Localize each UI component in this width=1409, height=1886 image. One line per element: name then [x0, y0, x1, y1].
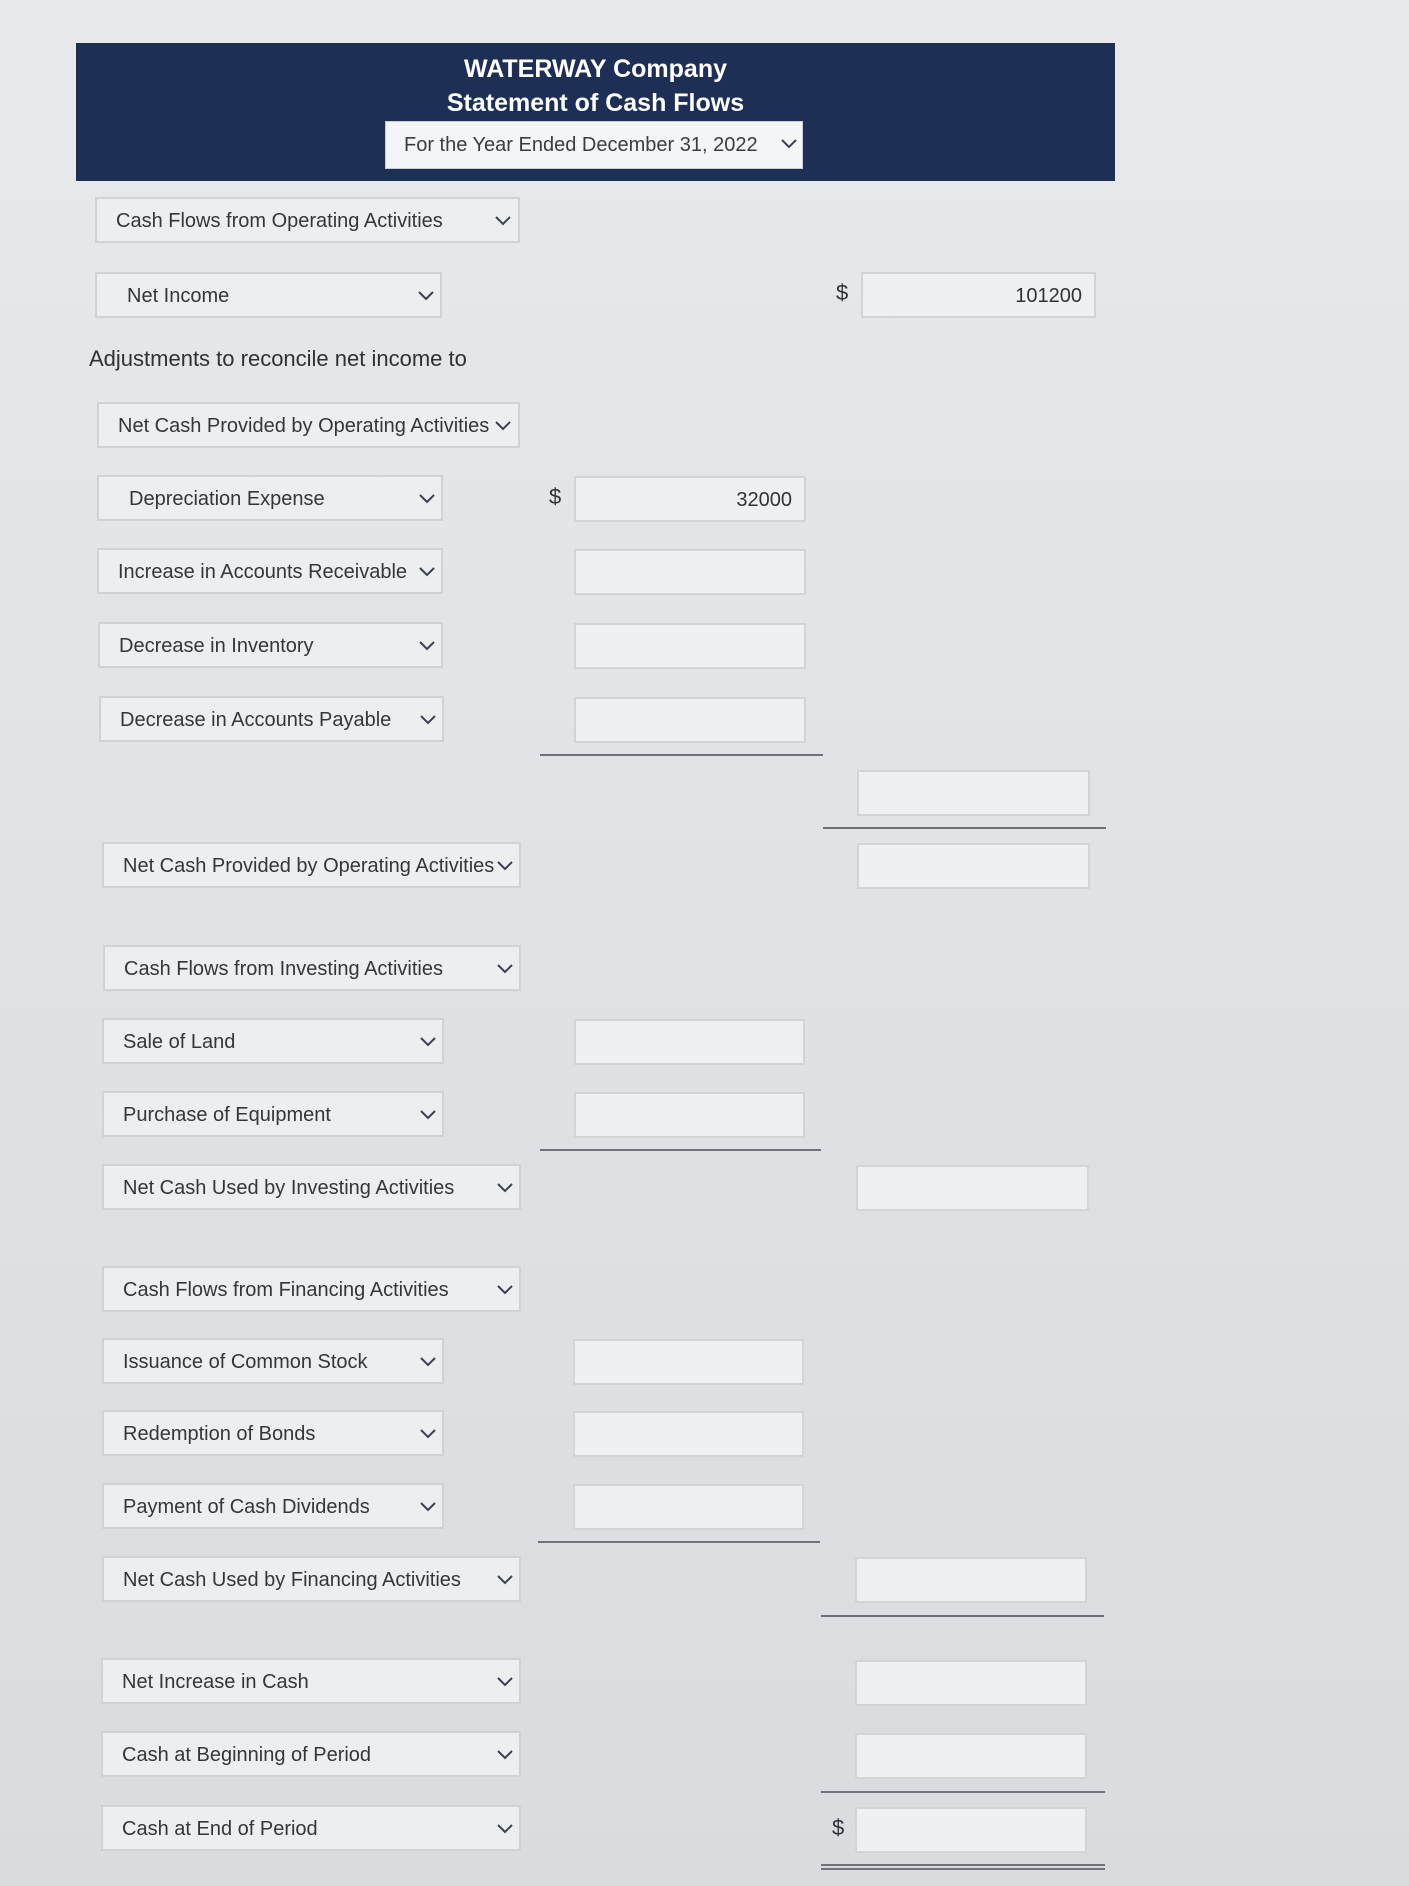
chevron-down-icon — [494, 418, 512, 432]
select-investing-heading-label: Cash Flows from Investing Activities — [124, 958, 443, 980]
input-net-investing[interactable] — [856, 1165, 1089, 1211]
subtotal-rule — [823, 827, 1106, 829]
chevron-down-icon — [418, 491, 436, 505]
select-financing-heading[interactable]: Cash Flows from Financing Activities — [102, 1266, 521, 1312]
select-payment-dividends[interactable]: Payment of Cash Dividends — [102, 1483, 444, 1529]
input-issuance-stock[interactable] — [573, 1339, 804, 1385]
input-payment-dividends[interactable] — [573, 1484, 804, 1530]
select-adjustments-heading-label: Net Cash Provided by Operating Activitie… — [118, 415, 490, 437]
select-issuance-stock-label: Issuance of Common Stock — [123, 1351, 368, 1373]
chevron-down-icon — [496, 858, 514, 872]
input-depreciation[interactable]: 32000 — [574, 476, 806, 522]
select-net-investing[interactable]: Net Cash Used by Investing Activities — [102, 1164, 521, 1210]
chevron-down-icon — [496, 1747, 514, 1761]
subtotal-rule — [821, 1615, 1104, 1617]
statement-header: WATERWAY Company Statement of Cash Flows… — [76, 43, 1115, 181]
input-sale-land[interactable] — [574, 1019, 805, 1065]
select-net-increase-label: Net Increase in Cash — [122, 1671, 309, 1693]
chevron-down-icon — [496, 1282, 514, 1296]
select-redemption-bonds[interactable]: Redemption of Bonds — [102, 1410, 444, 1456]
select-net-income[interactable]: Net Income — [95, 272, 442, 318]
chevron-down-icon — [419, 1354, 437, 1368]
select-net-income-label: Net Income — [127, 285, 230, 307]
select-cash-beginning-label: Cash at Beginning of Period — [122, 1744, 372, 1766]
select-depreciation[interactable]: Depreciation Expense — [97, 475, 443, 521]
input-net-increase[interactable] — [855, 1660, 1087, 1706]
select-net-financing[interactable]: Net Cash Used by Financing Activities — [102, 1556, 521, 1602]
chevron-down-icon — [496, 961, 514, 975]
select-financing-heading-label: Cash Flows from Financing Activities — [123, 1279, 449, 1301]
select-accounts-receivable[interactable]: Increase in Accounts Receivable — [97, 548, 443, 594]
select-cash-beginning[interactable]: Cash at Beginning of Period — [101, 1731, 521, 1777]
subtotal-rule — [821, 1791, 1105, 1793]
select-issuance-stock[interactable]: Issuance of Common Stock — [102, 1338, 444, 1384]
chevron-down-icon — [418, 638, 436, 652]
chevron-down-icon — [419, 712, 437, 726]
dollar-sign: $ — [832, 1815, 845, 1840]
input-net-income-value: 101200 — [1015, 285, 1082, 307]
select-payment-dividends-label: Payment of Cash Dividends — [123, 1496, 370, 1518]
select-sale-land[interactable]: Sale of Land — [102, 1018, 444, 1064]
subtotal-rule — [540, 1149, 821, 1151]
select-net-operating-label: Net Cash Provided by Operating Activitie… — [123, 855, 495, 877]
subtotal-rule — [540, 754, 823, 756]
period-select-value: For the Year Ended December 31, 2022 — [404, 134, 758, 156]
chevron-down-icon — [419, 1107, 437, 1121]
input-cash-end[interactable] — [855, 1807, 1087, 1853]
select-net-investing-label: Net Cash Used by Investing Activities — [123, 1177, 455, 1199]
subtotal-rule — [538, 1541, 820, 1543]
input-cash-beginning[interactable] — [855, 1733, 1087, 1779]
chevron-down-icon — [418, 564, 436, 578]
chevron-down-icon — [417, 288, 435, 302]
input-total-adjustments[interactable] — [857, 770, 1090, 816]
select-net-financing-label: Net Cash Used by Financing Activities — [123, 1569, 461, 1591]
statement-title: Statement of Cash Flows — [446, 89, 745, 117]
select-purchase-equipment[interactable]: Purchase of Equipment — [102, 1091, 444, 1137]
select-cash-end-label: Cash at End of Period — [122, 1818, 318, 1840]
select-investing-heading[interactable]: Cash Flows from Investing Activities — [103, 945, 521, 991]
chevron-down-icon — [496, 1821, 514, 1835]
chevron-down-icon — [419, 1499, 437, 1513]
select-accounts-payable-label: Decrease in Accounts Payable — [120, 709, 392, 731]
input-redemption-bonds[interactable] — [573, 1411, 804, 1457]
input-purchase-equipment[interactable] — [574, 1092, 805, 1138]
input-accounts-payable[interactable] — [574, 697, 806, 743]
select-net-operating[interactable]: Net Cash Provided by Operating Activitie… — [102, 842, 521, 888]
total-double-rule — [821, 1864, 1105, 1870]
select-accounts-payable[interactable]: Decrease in Accounts Payable — [99, 696, 444, 742]
chevron-down-icon — [496, 1674, 514, 1688]
input-net-income[interactable]: 101200 — [861, 272, 1096, 318]
select-redemption-bonds-label: Redemption of Bonds — [123, 1423, 316, 1445]
chevron-down-icon — [780, 136, 798, 150]
company-name: WATERWAY Company — [463, 55, 727, 83]
select-inventory[interactable]: Decrease in Inventory — [98, 622, 443, 668]
chevron-down-icon — [419, 1426, 437, 1440]
select-net-increase[interactable]: Net Increase in Cash — [101, 1658, 521, 1704]
chevron-down-icon — [494, 213, 512, 227]
select-sale-land-label: Sale of Land — [123, 1031, 236, 1053]
chevron-down-icon — [496, 1572, 514, 1586]
input-net-operating[interactable] — [857, 843, 1090, 889]
adjustments-label: Adjustments to reconcile net income to — [89, 346, 467, 371]
select-cash-end[interactable]: Cash at End of Period — [101, 1805, 521, 1851]
select-operating-heading-label: Cash Flows from Operating Activities — [116, 210, 443, 232]
cash-flow-worksheet: WATERWAY Company Statement of Cash Flows… — [0, 0, 1409, 1886]
select-adjustments-heading[interactable]: Net Cash Provided by Operating Activitie… — [97, 402, 520, 448]
input-inventory[interactable] — [574, 623, 806, 669]
select-accounts-receivable-label: Increase in Accounts Receivable — [118, 561, 408, 583]
select-operating-heading[interactable]: Cash Flows from Operating Activities — [95, 197, 520, 243]
select-purchase-equipment-label: Purchase of Equipment — [123, 1104, 331, 1126]
chevron-down-icon — [496, 1180, 514, 1194]
input-accounts-receivable[interactable] — [574, 549, 806, 595]
input-net-financing[interactable] — [855, 1557, 1087, 1603]
chevron-down-icon — [419, 1034, 437, 1048]
select-inventory-label: Decrease in Inventory — [119, 635, 314, 657]
dollar-sign: $ — [836, 280, 849, 305]
period-select[interactable]: For the Year Ended December 31, 2022 — [385, 121, 803, 169]
dollar-sign: $ — [549, 484, 562, 509]
input-depreciation-value: 32000 — [736, 489, 792, 511]
select-depreciation-label: Depreciation Expense — [129, 488, 325, 510]
